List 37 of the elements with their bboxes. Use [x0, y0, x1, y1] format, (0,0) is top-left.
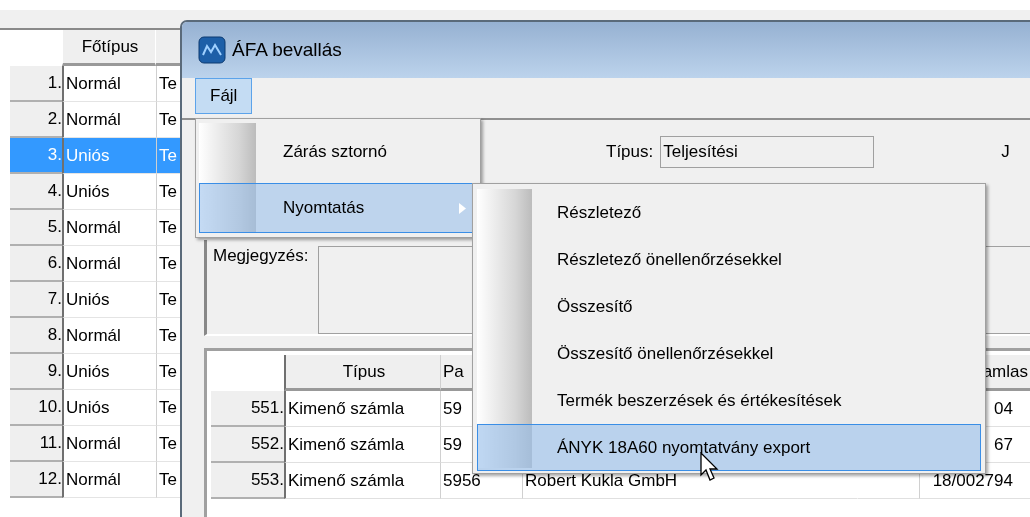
- field-label: Típus:: [606, 142, 654, 162]
- column-header[interactable]: Főtípus: [62, 30, 155, 66]
- row-number: 3.: [10, 138, 62, 174]
- menu-item[interactable]: ÁNYK 18A60 nyomtatvány export: [477, 424, 981, 471]
- field-label: Megjegyzés:: [213, 246, 309, 266]
- menu-item[interactable]: Zárás sztornó: [199, 123, 477, 181]
- row-number: 12.: [10, 462, 62, 498]
- table-cell: Kimenő számla: [284, 463, 440, 499]
- window-title: ÁFA bevallás: [232, 39, 342, 61]
- submenu-arrow-icon: [459, 202, 466, 214]
- menu-item[interactable]: Összesítő önellenőrzésekkel: [477, 330, 981, 377]
- menu-item[interactable]: Részletező önellenőrzésekkel: [477, 236, 981, 283]
- row-number: 7.: [10, 282, 62, 318]
- column-header[interactable]: [155, 30, 182, 66]
- type-field[interactable]: Teljesítési: [660, 136, 875, 168]
- field-label: J: [1001, 142, 1010, 162]
- menu-item[interactable]: Összesítő: [477, 283, 981, 330]
- menu-item[interactable]: Fájl: [195, 78, 253, 114]
- row-number: 5.: [10, 210, 62, 246]
- menu-item[interactable]: Részletező: [477, 189, 981, 236]
- row-number: 8.: [10, 318, 62, 354]
- row-number: 2.: [10, 102, 62, 138]
- row-number: 11.: [10, 426, 62, 462]
- table-cell: Kimenő számla: [284, 391, 440, 427]
- column-header[interactable]: Típus: [284, 355, 440, 391]
- row-number: 4.: [10, 174, 62, 210]
- row-number: 1.: [10, 66, 62, 102]
- table-cell: Normál: [62, 462, 156, 498]
- table-cell: Uniós: [62, 138, 156, 174]
- row-number: 551.: [211, 391, 284, 427]
- row-number: 9.: [10, 354, 62, 390]
- row-number: 10.: [10, 390, 62, 426]
- row-number: 6.: [10, 246, 62, 282]
- app-icon: [198, 36, 226, 64]
- table-cell: Kimenő számla: [284, 427, 440, 463]
- row-number: 552.: [211, 427, 284, 463]
- row-number: 553.: [211, 463, 284, 499]
